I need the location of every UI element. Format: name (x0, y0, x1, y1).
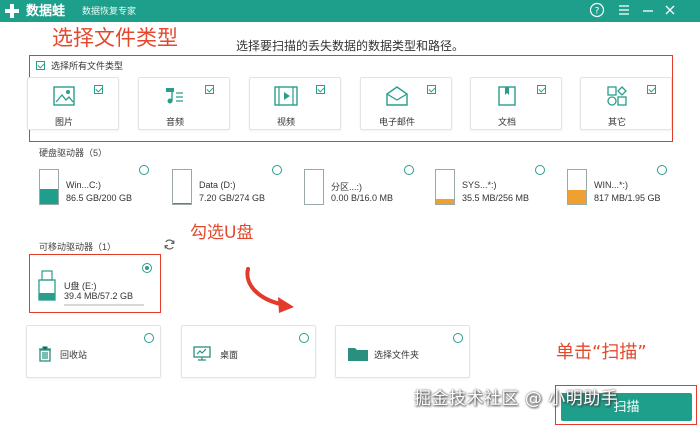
drive-size: 35.5 MB/256 MB (462, 193, 530, 203)
drive-radio[interactable] (404, 165, 414, 175)
location-choose-folder[interactable]: 选择文件夹 (335, 325, 470, 378)
drive-name: WIN...*:) (594, 180, 628, 190)
hard-drives-title: 硬盘驱动器（5） (39, 148, 108, 158)
close-icon[interactable] (662, 2, 678, 18)
location-recycle-bin[interactable]: 回收站 (26, 325, 161, 378)
annotation-box-file-types (29, 55, 673, 142)
drive-icon (172, 169, 192, 205)
drive-size: 0.00 B/16.0 MB (331, 193, 394, 203)
svg-text:?: ? (595, 7, 600, 17)
app-name: 数据蛙 (26, 3, 66, 18)
drive-name: Data (D:) (199, 180, 236, 190)
file-type-label: 文档 (497, 117, 516, 127)
image-icon (28, 85, 100, 109)
checkbox-icon (647, 85, 656, 94)
drive-icon (567, 169, 587, 205)
checkbox-icon (36, 61, 45, 70)
usb-drive-size: 39.4 MB/57.2 GB (64, 291, 134, 301)
checkbox-icon (94, 85, 103, 94)
instruction-text: 选择要扫描的丢失数据的数据类型和路径。 (235, 39, 464, 53)
drive-size: 86.5 GB/200 GB (66, 193, 133, 203)
minimize-icon[interactable] (640, 2, 656, 18)
menu-icon[interactable] (616, 2, 632, 18)
drive-icon (39, 169, 59, 205)
drive-radio[interactable] (535, 165, 545, 175)
recycle-bin-icon (39, 346, 51, 362)
other-icon (581, 85, 653, 109)
location-radio[interactable] (453, 333, 463, 343)
drive-size: 7.20 GB/274 GB (199, 193, 266, 203)
file-type-label: 其它 (607, 117, 626, 127)
usb-drive-radio[interactable] (142, 263, 152, 273)
file-type-email[interactable]: 电子邮件 (360, 77, 452, 130)
file-type-image[interactable]: 图片 (27, 77, 119, 130)
file-type-label: 图片 (54, 117, 73, 127)
drive-radio[interactable] (272, 165, 282, 175)
folder-icon (348, 348, 368, 361)
watermark-text: 掘金技术社区 @ 小明助手 (414, 389, 619, 409)
location-radio[interactable] (299, 333, 309, 343)
removable-drives-title: 可移动驱动器（1） (39, 242, 117, 252)
checkbox-icon (537, 85, 546, 94)
usb-drive-usage-bar (64, 304, 144, 306)
desktop-icon (193, 346, 211, 361)
annotation-click-scan: 单击“扫描” (556, 342, 647, 363)
checkbox-icon (427, 85, 436, 94)
drive-radio[interactable] (139, 165, 149, 175)
location-desktop[interactable]: 桌面 (181, 325, 316, 378)
document-icon (471, 85, 543, 109)
location-label: 桌面 (220, 350, 239, 360)
annotation-check-usb: 勾选U盘 (190, 223, 254, 243)
file-type-label: 音频 (165, 117, 184, 127)
drive-icon (435, 169, 455, 205)
select-all-checkbox[interactable]: 选择所有文件类型 (36, 59, 123, 72)
app-subtitle: 数据恢复专家 (82, 6, 137, 16)
file-type-label: 电子邮件 (378, 117, 415, 127)
usb-drive-icon (38, 270, 56, 302)
app-logo-icon (5, 4, 19, 18)
location-radio[interactable] (144, 333, 154, 343)
checkbox-icon (205, 85, 214, 94)
video-icon (250, 85, 322, 109)
email-icon (361, 85, 433, 109)
drive-name: Win...C:) (66, 180, 101, 190)
drive-size: 817 MB/1.95 GB (594, 193, 661, 203)
location-label: 回收站 (60, 350, 88, 360)
music-icon (139, 85, 211, 109)
drive-radio[interactable] (657, 165, 667, 175)
drive-icon (304, 169, 324, 205)
drive-name: SYS...*:) (462, 180, 497, 190)
checkbox-icon (316, 85, 325, 94)
file-type-label: 视频 (276, 117, 295, 127)
file-type-audio[interactable]: 音频 (138, 77, 230, 130)
help-icon[interactable]: ? (589, 2, 605, 18)
file-type-video[interactable]: 视频 (249, 77, 341, 130)
select-all-label: 选择所有文件类型 (51, 61, 124, 71)
refresh-icon[interactable] (163, 238, 176, 251)
drive-name: 分区...:) (331, 182, 362, 192)
location-label: 选择文件夹 (374, 350, 420, 360)
file-type-document[interactable]: 文档 (470, 77, 562, 130)
file-type-other[interactable]: 其它 (580, 77, 672, 130)
title-bar: 数据蛙 数据恢复专家 ? (0, 0, 700, 22)
annotation-arrow-icon (245, 267, 294, 313)
